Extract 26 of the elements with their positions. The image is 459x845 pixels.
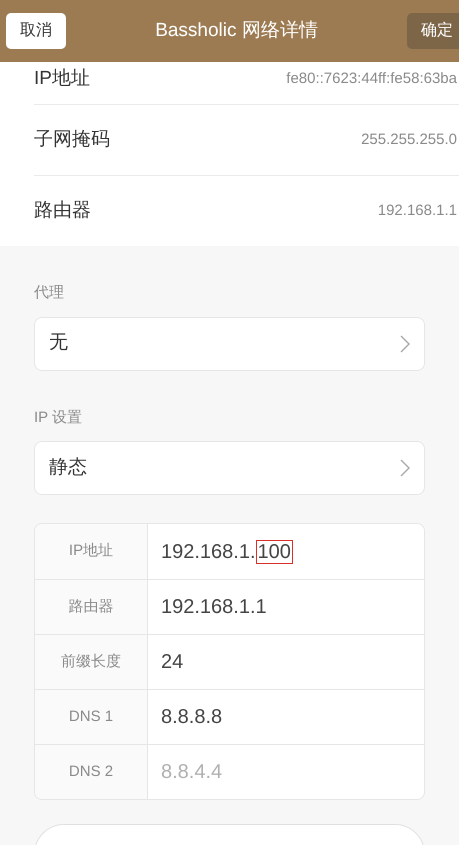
row-label: IP地址 — [34, 66, 90, 91]
row-label: 路由器 — [34, 198, 91, 223]
section-heading: 代理 — [34, 283, 65, 303]
highlight-box: 100 — [256, 540, 293, 564]
page-title: Bassholic 网络详情 — [155, 18, 318, 43]
field-label: IP地址 — [68, 541, 114, 562]
field-label: 前缀长度 — [61, 652, 121, 672]
field-label: DNS 1 — [68, 706, 114, 727]
field-label: DNS 2 — [68, 762, 114, 782]
chevron-right-icon — [400, 459, 410, 477]
field-input[interactable]: 192.168.1.1 — [161, 592, 267, 622]
field-label: 路由器 — [68, 596, 114, 617]
row-value: fe80::7623:44ff:fe58:63ba — [286, 68, 457, 89]
proxy-select[interactable]: 无 — [34, 316, 425, 370]
confirm-button[interactable]: 确定 — [406, 13, 459, 49]
section-heading: IP 设置 — [34, 408, 84, 428]
field-input[interactable]: 24 — [161, 647, 184, 677]
chevron-right-icon — [400, 334, 410, 352]
row-value: 192.168.1.1 — [378, 200, 457, 221]
row-value: 255.255.255.0 — [361, 130, 457, 150]
field-input[interactable]: 192.168.1.100 — [161, 536, 293, 566]
field-input[interactable]: 8.8.8.8 — [161, 702, 222, 732]
cancel-button[interactable]: 取消 — [6, 13, 66, 49]
row-label: 子网掩码 — [34, 128, 110, 152]
ip-settings-select[interactable]: 静态 — [34, 441, 425, 495]
field-input[interactable]: 8.8.4.4 — [161, 757, 361, 787]
